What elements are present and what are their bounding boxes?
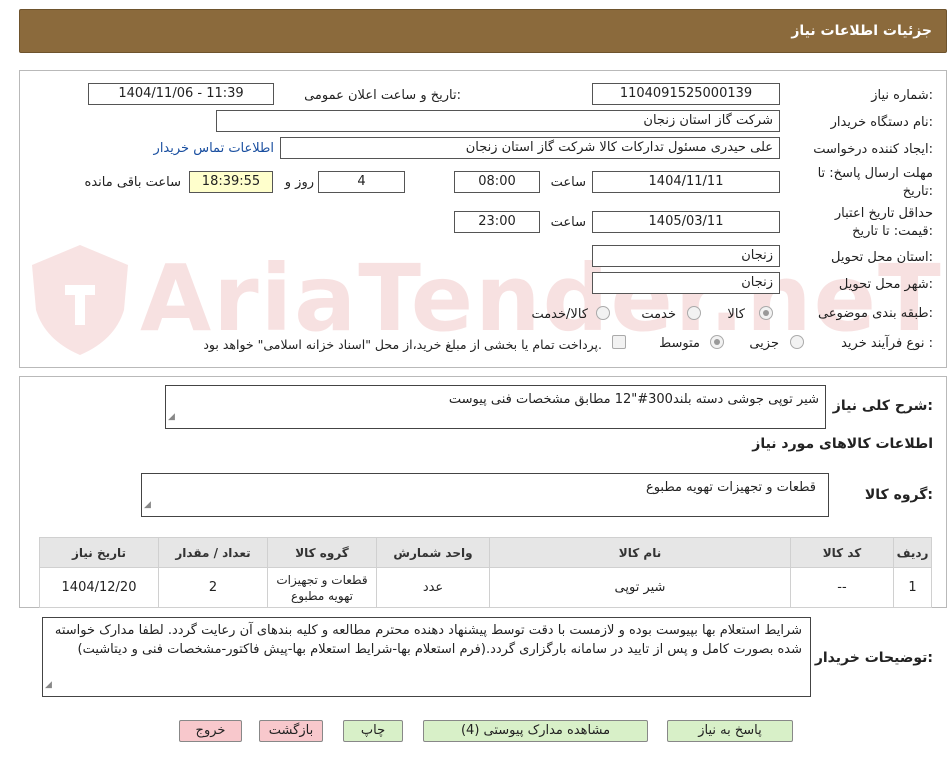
process-option-minor: جزیی	[749, 336, 779, 351]
table-row: 1 -- شیر توپی عدد قطعات و تجهیزات تهویه …	[39, 567, 932, 608]
province-field: زنجان	[592, 245, 780, 267]
description-label: شرح کلی نیاز:	[832, 398, 933, 414]
city-label: شهر محل تحویل:	[838, 277, 933, 292]
category-option-goods-service: کالا/خدمت	[531, 307, 588, 322]
goods-table: ردیف کد کالا نام کالا واحد شمارش گروه کا…	[39, 537, 932, 608]
col-header-quantity: تعداد / مقدار	[158, 537, 268, 568]
announce-datetime-field: 1404/11/06 - 11:39	[88, 83, 274, 105]
goods-group-textarea: قطعات و تجهیزات تهویه مطبوع ◢	[141, 473, 829, 517]
category-option-goods: کالا	[727, 307, 745, 322]
view-attachments-button[interactable]: مشاهده مدارک پیوستی (4)	[423, 720, 648, 742]
treasury-payment-note: پرداخت تمام یا بخشی از مبلغ خرید،از محل …	[203, 337, 602, 352]
deadline-time-field: 08:00	[454, 171, 540, 193]
cell-name: شیر توپی	[489, 567, 791, 608]
need-number-field: 1104091525000139	[592, 83, 780, 105]
resize-grip-icon: ◢	[45, 680, 52, 690]
city-field: زنجان	[592, 272, 780, 294]
process-option-medium: متوسط	[659, 336, 700, 351]
need-number-label: شماره نیاز:	[871, 88, 933, 103]
buyer-notes-text: شرایط استعلام بها بپیوست بوده و لازمست ب…	[54, 623, 802, 657]
buyer-org-label: نام دستگاه خریدار:	[830, 115, 933, 130]
col-header-group: گروه کالا	[267, 537, 377, 568]
validity-label-2: قیمت: تا تاریخ:	[852, 224, 933, 239]
goods-group-text: قطعات و تجهیزات تهویه مطبوع	[645, 480, 816, 495]
process-radio-minor[interactable]	[790, 335, 804, 349]
validity-time-field: 23:00	[454, 211, 540, 233]
process-type-label: نوع فرآیند خرید :	[841, 336, 933, 351]
print-button[interactable]: چاپ	[343, 720, 403, 742]
cell-code: --	[790, 567, 894, 608]
page-header: جزئیات اطلاعات نیاز	[19, 9, 947, 53]
deadline-label: مهلت ارسال پاسخ: تا	[817, 166, 933, 181]
deadline-time-label: ساعت	[550, 175, 586, 190]
description-text: شیر توپی جوشی دسته بلند300#"12 مطابق مشخ…	[448, 392, 819, 407]
resize-grip-icon: ◢	[168, 412, 175, 422]
buyer-notes-textarea: شرایط استعلام بها بپیوست بوده و لازمست ب…	[42, 617, 811, 697]
requester-field: علی حیدری مسئول تدارکات کالا شرکت گاز اس…	[280, 137, 780, 159]
province-label: استان محل تحویل:	[831, 250, 933, 265]
col-header-row: ردیف	[893, 537, 932, 568]
watermark-text: AriaTender.neT	[140, 245, 943, 352]
buyer-notes-label: توضیحات خریدار:	[814, 650, 933, 666]
goods-table-header: ردیف کد کالا نام کالا واحد شمارش گروه کا…	[39, 537, 932, 568]
description-textarea: شیر توپی جوشی دسته بلند300#"12 مطابق مشخ…	[165, 385, 826, 429]
exit-button[interactable]: خروج	[179, 720, 242, 742]
cell-unit: عدد	[376, 567, 490, 608]
category-label: طبقه بندی موضوعی:	[817, 306, 933, 321]
category-radio-goods-service[interactable]	[596, 306, 610, 320]
days-remaining-field: 4	[318, 171, 405, 193]
cell-group: قطعات و تجهیزات تهویه مطبوع	[267, 567, 377, 608]
process-radio-medium[interactable]	[710, 335, 724, 349]
goods-group-label: گروه کالا:	[864, 487, 933, 503]
validity-time-label: ساعت	[550, 215, 586, 230]
back-button[interactable]: بازگشت	[259, 720, 323, 742]
col-header-code: کد کالا	[790, 537, 894, 568]
validity-label: حداقل تاریخ اعتبار	[834, 206, 933, 221]
resize-grip-icon: ◢	[144, 500, 151, 510]
validity-date-field: 1405/03/11	[592, 211, 780, 233]
treasury-checkbox[interactable]	[612, 335, 626, 349]
watermark-shield-icon	[32, 245, 128, 355]
page-title: جزئیات اطلاعات نیاز	[791, 23, 932, 39]
col-header-name: نام کالا	[489, 537, 791, 568]
remaining-time-label: ساعت باقی مانده	[84, 175, 181, 190]
remaining-time-field: 18:39:55	[189, 171, 273, 193]
category-radio-goods[interactable]	[759, 306, 773, 320]
buyer-org-field: شرکت گاز استان زنجان	[216, 110, 780, 132]
col-header-date: تاریخ نیاز	[39, 537, 159, 568]
goods-section-title: اطلاعات کالاهای مورد نیاز	[752, 436, 933, 452]
cell-date: 1404/12/20	[39, 567, 159, 608]
category-radio-service[interactable]	[687, 306, 701, 320]
days-label: روز و	[284, 175, 314, 190]
goods-table-container: ردیف کد کالا نام کالا واحد شمارش گروه کا…	[39, 537, 932, 608]
cell-row: 1	[893, 567, 932, 608]
buyer-contact-link[interactable]: اطلاعات تماس خریدار	[154, 141, 274, 156]
reply-button[interactable]: پاسخ به نیاز	[667, 720, 793, 742]
deadline-label-2: تاریخ:	[902, 184, 933, 199]
announce-label: تاریخ و ساعت اعلان عمومی:	[304, 88, 461, 103]
category-option-service: خدمت	[641, 307, 676, 322]
deadline-date-field: 1404/11/11	[592, 171, 780, 193]
col-header-unit: واحد شمارش	[376, 537, 490, 568]
cell-quantity: 2	[158, 567, 268, 608]
requester-label: ایجاد کننده درخواست:	[813, 142, 933, 157]
